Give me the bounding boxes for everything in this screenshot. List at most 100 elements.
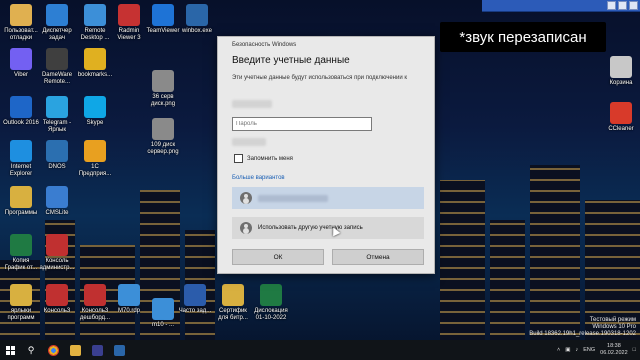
minimize-button[interactable] [607, 1, 616, 10]
taskbar-app-chrome[interactable] [42, 340, 64, 360]
console-icon [84, 284, 106, 306]
watermark-line-1: Тестовый режим [589, 317, 636, 323]
checkbox-box[interactable] [234, 154, 243, 163]
desktop-icon-label: Skype [86, 120, 104, 126]
dameware-icon [46, 48, 68, 70]
desktop-icon[interactable]: TeamViewer [144, 4, 182, 35]
taskbar-app-security[interactable] [108, 340, 130, 360]
ok-button[interactable]: ОК [232, 249, 324, 265]
desktop-icon-label: Сертифик для битр... [218, 308, 248, 321]
desktop-icon[interactable]: Корзина [602, 56, 640, 87]
desktop-icon-label: Копия График от... [4, 258, 38, 271]
search-icon[interactable]: ⚲ [20, 340, 42, 360]
desktop-icon-label: Radmin Viewer 3 [117, 28, 141, 41]
desktop-icon-label: Часто зад... [178, 308, 212, 314]
desktop-icon[interactable]: Диспетчер задач [38, 4, 76, 42]
desktop-icon[interactable]: DNOS [38, 140, 76, 171]
saved-account-option[interactable] [232, 187, 424, 209]
desktop-icon[interactable]: Консоль3 [38, 284, 76, 315]
desktop-icon-label: CCleaner [608, 126, 634, 132]
word-icon [184, 284, 206, 306]
outlook-icon [10, 96, 32, 118]
more-options-link[interactable]: Больше вариантов [232, 175, 285, 181]
desktop-icon[interactable]: Telegram - Ярлык [38, 96, 76, 134]
desktop-icon[interactable]: Копия График от... [2, 234, 40, 272]
taskbar-app-terminal[interactable] [86, 340, 108, 360]
password-input[interactable] [232, 117, 372, 131]
desktop-icon-label: Пользоват... отладки [4, 28, 38, 41]
watermark-line-3: Build 18362.19h1_release.190318-1202 [529, 331, 636, 337]
start-button[interactable] [0, 340, 20, 360]
maximize-button[interactable] [618, 1, 627, 10]
desktop-icon[interactable]: Internet Explorer [2, 140, 40, 178]
windows-logo-icon [5, 345, 15, 355]
image-file-icon [152, 118, 174, 140]
desktop-icon[interactable]: CCleaner [602, 102, 640, 133]
notifications-icon[interactable]: □ [633, 347, 636, 353]
desktop-icon-label: Дислокация 01-10-2022 [254, 308, 288, 321]
desktop-icon[interactable]: ярлыки программ [2, 284, 40, 322]
language-indicator[interactable]: ENG [583, 347, 595, 353]
rdp-file-icon [152, 298, 174, 320]
desktop-icon-label: Internet Explorer [9, 164, 33, 177]
desktop-icon[interactable]: bookmarks... [76, 48, 114, 79]
tray-up-arrow-icon[interactable]: ˄ [557, 347, 560, 353]
desktop-icon[interactable]: Viber [2, 48, 40, 79]
dialog-heading: Введите учетные данные [232, 55, 350, 66]
taskbar: ⚲ ˄ ▣ ♪ ENG 18:38 06.02.2022 □ [0, 340, 640, 360]
user-folder-icon [10, 4, 32, 26]
desktop-icon[interactable]: Консоль администр... [38, 234, 76, 272]
desktop-icon[interactable]: Пользоват... отладки [2, 4, 40, 42]
desktop-icon[interactable]: Сертифик для битр... [214, 284, 252, 322]
image-file-icon [152, 70, 174, 92]
desktop-icon[interactable]: Программы [2, 186, 40, 217]
desktop-icon[interactable]: Часто зад... [176, 284, 214, 315]
telegram-icon [46, 96, 68, 118]
desktop-icon[interactable]: Консоль3 дешборд... [76, 284, 114, 322]
excel-icon [10, 234, 32, 256]
other-account-option[interactable]: Использовать другую учетную запись [232, 217, 424, 239]
rdp-file-icon [118, 284, 140, 306]
desktop-icon[interactable]: М70.rdp [110, 284, 148, 315]
desktop-icon[interactable]: Outlook 2016 [2, 96, 40, 127]
ie-icon [10, 140, 32, 162]
network-icon[interactable]: ▣ [565, 347, 570, 353]
clock-time: 18:38 [607, 343, 621, 349]
desktop-icon[interactable]: Skype [76, 96, 114, 127]
desktop-icon[interactable]: Дислокация 01-10-2022 [252, 284, 290, 322]
desktop-icon-label: Viber [14, 72, 28, 78]
desktop-icon[interactable]: winbox.exe [178, 4, 216, 35]
viber-icon [10, 48, 32, 70]
desktop-icon[interactable]: CMSLite [38, 186, 76, 217]
cancel-button[interactable]: Отмена [332, 249, 424, 265]
console-icon [46, 234, 68, 256]
redacted-host [232, 100, 272, 108]
remember-me-checkbox[interactable]: Запомнить меня [234, 154, 293, 163]
close-button[interactable] [629, 1, 638, 10]
user-avatar-icon [240, 192, 252, 204]
clock[interactable]: 18:38 06.02.2022 [600, 343, 628, 357]
desktop-icon[interactable]: 109 диск сервер.png [144, 118, 182, 156]
terminal-icon [91, 344, 103, 356]
minimized-window-bar[interactable] [482, 0, 640, 12]
redacted-account-name [258, 194, 328, 202]
desktop-icon[interactable]: Radmin Viewer 3 [110, 4, 148, 42]
shield-icon [113, 344, 125, 356]
desktop-icon-label: Программы [4, 210, 38, 216]
volume-icon[interactable]: ♪ [575, 347, 578, 353]
desktop-icon[interactable]: 1С Предприя... [76, 140, 114, 178]
desktop-icon-label: Telegram - Ярлык [42, 120, 72, 133]
winbox-icon [186, 4, 208, 26]
desktop-icon[interactable]: DameWare Remote... [38, 48, 76, 86]
desktop-icon[interactable]: 36 серв диск.png [144, 70, 182, 108]
desktop-icon[interactable]: Remote Desktop ... [76, 4, 114, 42]
dialog-title: Безопасность Windows [232, 42, 297, 48]
console-icon [46, 284, 68, 306]
recycle-bin-icon [610, 56, 632, 78]
desktop-icon-label: Outlook 2016 [3, 120, 39, 126]
credentials-dialog: Безопасность Windows Введите учетные дан… [217, 36, 435, 274]
desktop-icon-label: Консоль3 [43, 308, 71, 314]
excel-icon [260, 284, 282, 306]
desktop-icon-label: m10 - ... [151, 322, 174, 328]
taskbar-app-explorer[interactable] [64, 340, 86, 360]
